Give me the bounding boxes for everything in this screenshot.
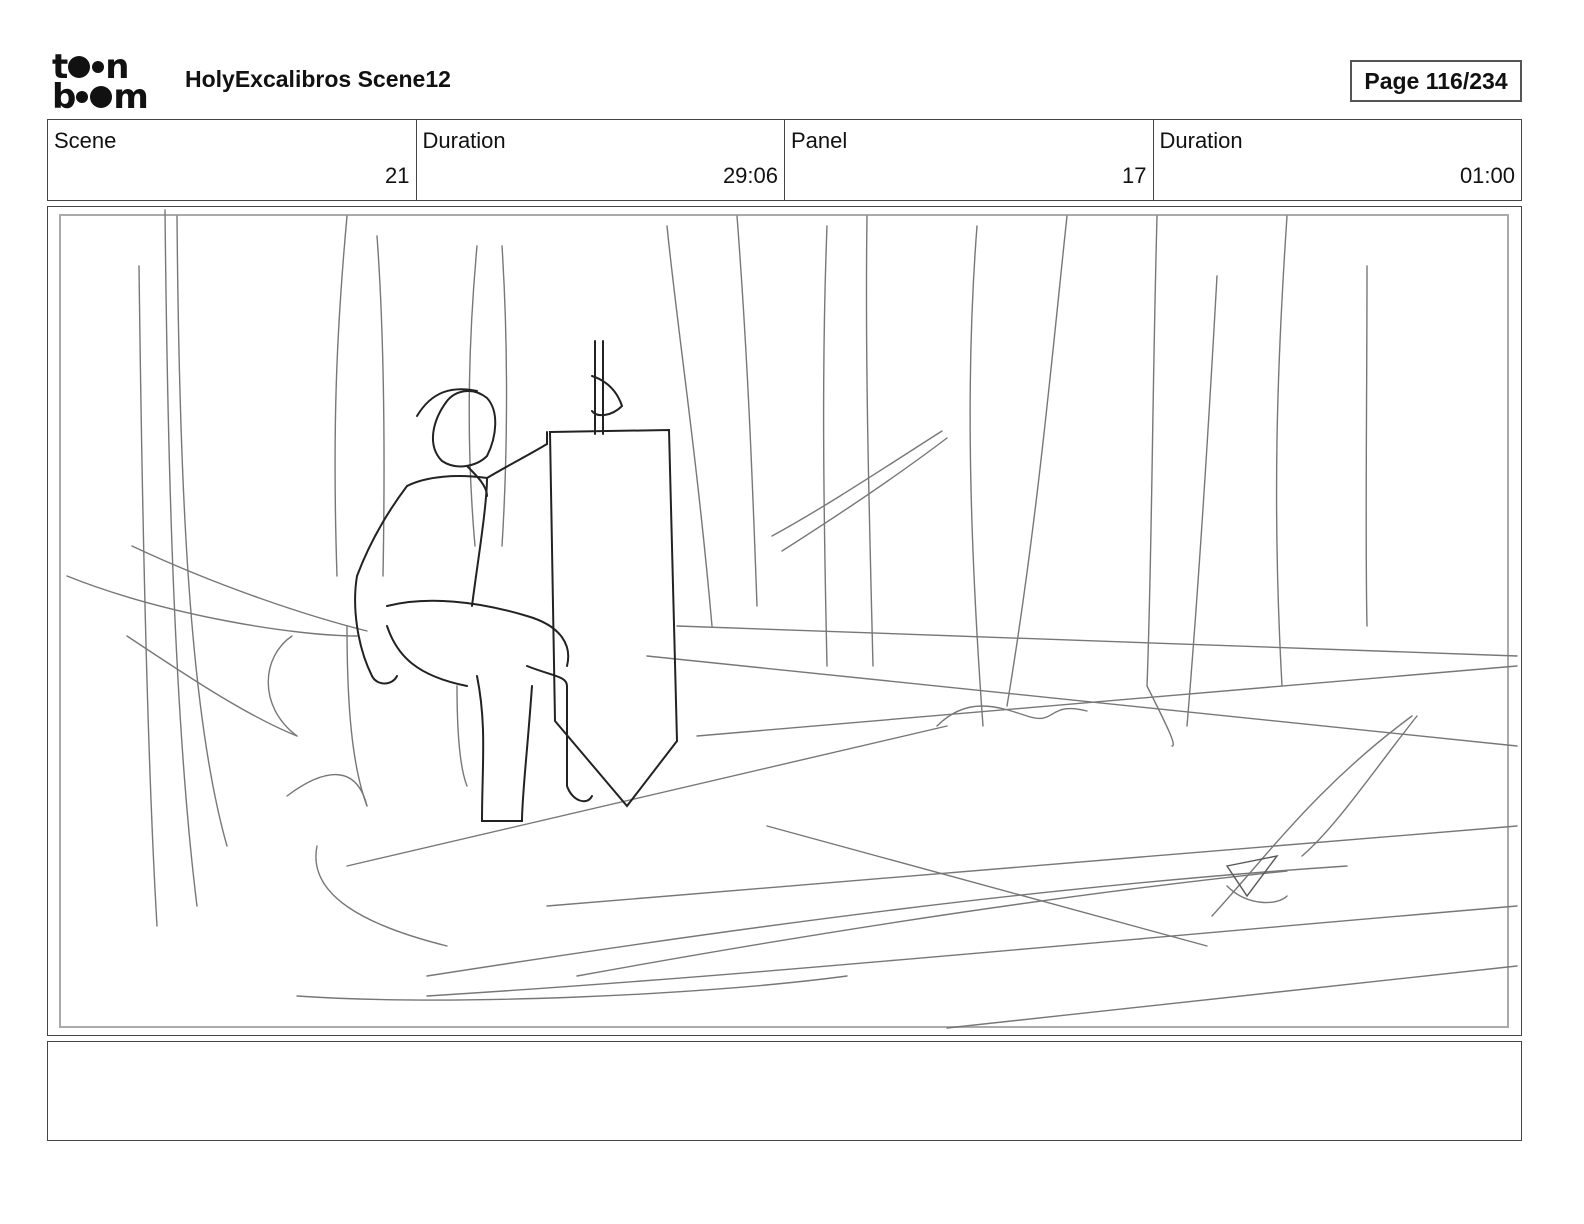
tree-line xyxy=(1146,215,1158,687)
panel-cell: Panel 17 xyxy=(785,120,1154,200)
log-line xyxy=(456,685,468,787)
page-indicator: Page 116/234 xyxy=(1350,60,1522,102)
log-line xyxy=(286,774,368,807)
ground-line xyxy=(296,975,848,1001)
ground-line xyxy=(646,655,1518,747)
tree-line xyxy=(736,215,758,607)
log-line xyxy=(126,635,298,737)
tree-line xyxy=(1365,265,1368,627)
log-line xyxy=(66,575,358,637)
axe-handle-line xyxy=(1211,715,1413,917)
scene-cell: Scene 21 xyxy=(48,120,417,200)
ground-line xyxy=(766,825,1208,947)
scene-duration-value: 29:06 xyxy=(722,163,778,188)
panel-duration-value: 01:00 xyxy=(1459,163,1515,188)
panel-label: Panel xyxy=(791,128,848,153)
log-line xyxy=(267,635,298,737)
tree-line xyxy=(1186,275,1218,727)
scene-info-table: Scene 21 Duration 29:06 Panel 17 Duratio… xyxy=(47,119,1522,201)
ground-line xyxy=(426,865,1348,977)
tree-line xyxy=(334,215,348,577)
tree-line xyxy=(822,225,828,667)
panel-duration-label: Duration xyxy=(1159,128,1243,153)
tree-line xyxy=(1006,215,1068,707)
document-title: HolyExcalibros Scene12 xyxy=(185,66,451,92)
ground-line xyxy=(946,965,1518,1029)
branch-line xyxy=(781,437,948,552)
character-sketch xyxy=(354,340,679,822)
scene-duration-cell: Duration 29:06 xyxy=(417,120,785,200)
toonboom-logo: tn bm xyxy=(52,50,164,114)
scene-label: Scene xyxy=(54,128,117,153)
tree-line xyxy=(176,215,228,847)
tree-line xyxy=(164,209,198,907)
tree-line xyxy=(865,215,874,667)
panel-notes-box xyxy=(47,1041,1522,1141)
ground-line xyxy=(696,665,1518,737)
tree-line xyxy=(1275,215,1288,687)
tree-line xyxy=(666,225,713,627)
tree-line xyxy=(969,225,984,727)
branch-line xyxy=(771,430,943,537)
tree-line xyxy=(468,245,478,547)
scene-duration-label: Duration xyxy=(422,128,506,153)
tree-line xyxy=(501,245,508,547)
log-line xyxy=(131,545,368,632)
scene-value: 21 xyxy=(385,163,410,188)
ground-line xyxy=(315,845,448,947)
ground-line xyxy=(346,725,948,867)
tree-line xyxy=(138,265,158,927)
ground-line xyxy=(576,870,1288,977)
panel-duration-cell: Duration 01:00 xyxy=(1154,120,1522,200)
storyboard-sketch xyxy=(66,209,1518,1029)
panel-value: 17 xyxy=(1122,163,1147,188)
ground-line xyxy=(676,625,1518,657)
